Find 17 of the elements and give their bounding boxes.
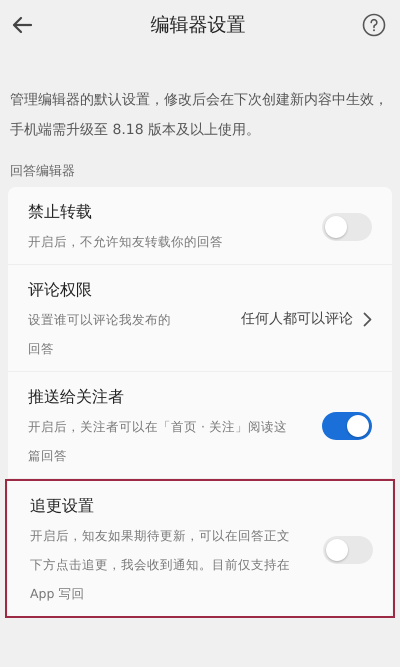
setting-value[interactable]: 任何人都可以评论 — [241, 310, 353, 328]
setting-title: 推送给关注者 — [28, 386, 125, 408]
page-title: 编辑器设置 — [150, 13, 246, 38]
toggle-switch[interactable] — [322, 412, 372, 440]
description-text: 管理编辑器的默认设置，修改后会在下次创建新内容中生效，手机端需升级至 8.18 版本及以上使用。 — [9, 91, 389, 140]
section-label: 回答编辑器 — [9, 163, 76, 181]
help-icon[interactable] — [362, 13, 386, 37]
toggle-switch[interactable] — [323, 536, 373, 564]
toggle-switch[interactable] — [322, 212, 372, 240]
chevron-right-icon[interactable] — [363, 312, 372, 326]
setting-title: 评论权限 — [28, 279, 93, 301]
setting-description: 开启后，关注者可以在「首页 · 关注」阅读这篇回答 — [28, 418, 288, 465]
setting-description: 开启后，知友如果期待更新，可以在回答正文下方点击追更，我会收到通知。目前仅支持在 App 写回 — [30, 527, 291, 603]
setting-description: 设置谁可以评论我发布的回答 — [28, 311, 172, 358]
setting-description: 开启后，不允许知友转载你的回答 — [28, 233, 224, 251]
setting-title: 禁止转载 — [28, 201, 93, 223]
setting-title: 追更设置 — [30, 495, 95, 517]
